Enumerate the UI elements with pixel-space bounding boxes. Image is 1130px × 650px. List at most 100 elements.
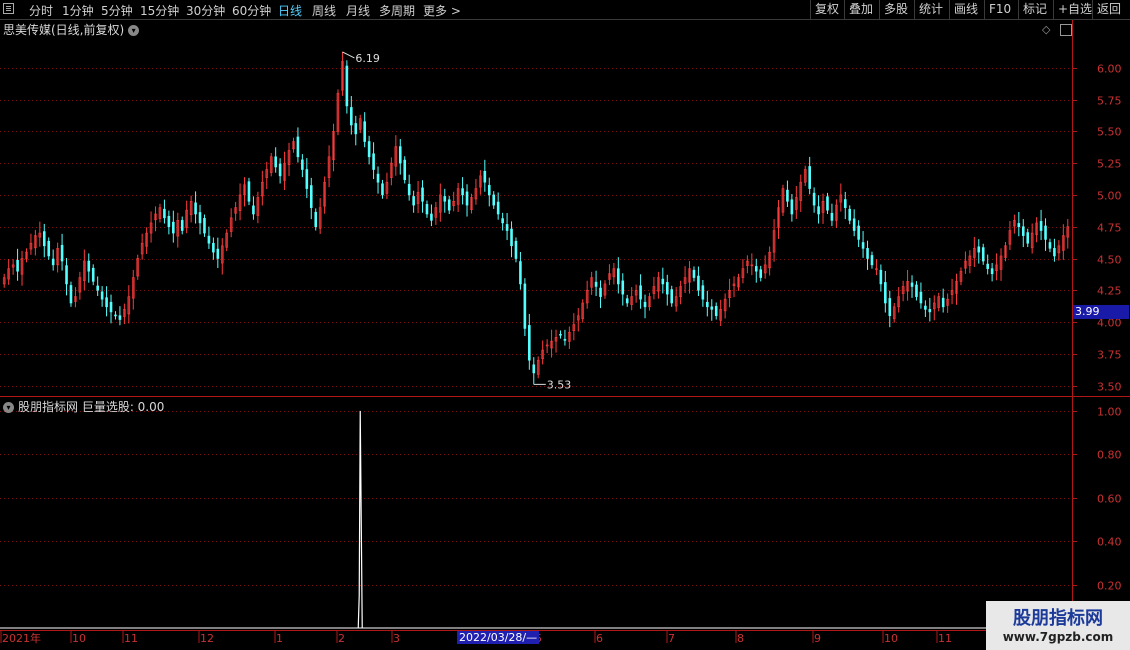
candle-body bbox=[65, 265, 68, 285]
candle-body bbox=[1026, 232, 1030, 244]
candle-body bbox=[643, 301, 647, 308]
candle-body bbox=[403, 159, 407, 180]
price-tick-label: 5.75 bbox=[1097, 95, 1122, 108]
candle-body bbox=[363, 121, 366, 142]
date-tick-label: 12 bbox=[200, 632, 214, 645]
candle-body bbox=[274, 156, 277, 168]
candle-body bbox=[16, 259, 19, 272]
date-tick-label: 9 bbox=[814, 632, 821, 645]
indicator-label: 股朋指标网 巨量选股: 0.00 bbox=[18, 400, 165, 414]
date-tick-label: 10 bbox=[884, 632, 898, 645]
candle-body bbox=[301, 159, 304, 170]
candle-body bbox=[924, 305, 927, 310]
price-tick-label: 5.00 bbox=[1097, 190, 1122, 203]
candle-body bbox=[381, 183, 384, 196]
candle-body bbox=[247, 181, 251, 202]
price-grid bbox=[0, 68, 1077, 387]
indicator-spike bbox=[357, 410, 363, 629]
candle-body bbox=[492, 194, 496, 206]
candle-body bbox=[69, 285, 73, 304]
candle-body bbox=[194, 202, 197, 215]
chart-tools: ◇ bbox=[1042, 22, 1073, 36]
candle-body bbox=[354, 123, 358, 135]
date-tick-label: 10 bbox=[72, 632, 86, 645]
kline-chart[interactable]: 6.005.755.505.255.004.754.504.254.003.75… bbox=[0, 0, 1130, 650]
candle-body bbox=[1048, 242, 1052, 249]
candle-body bbox=[1039, 221, 1043, 231]
panel-toggle-icon[interactable] bbox=[1060, 23, 1073, 36]
candle-body bbox=[523, 283, 527, 329]
candle-body bbox=[706, 301, 709, 308]
candle-body bbox=[305, 169, 309, 189]
candle-body bbox=[461, 188, 464, 196]
date-tick-label: 11 bbox=[938, 632, 952, 645]
indicator-tick-label: 0.20 bbox=[1097, 580, 1122, 593]
candle-body bbox=[625, 298, 629, 304]
diamond-icon[interactable]: ◇ bbox=[1042, 23, 1050, 36]
candle-body bbox=[252, 205, 255, 215]
candle-body bbox=[350, 107, 353, 126]
candle-body bbox=[532, 364, 536, 374]
candle-body bbox=[981, 247, 985, 262]
date-tick-label: 11 bbox=[124, 632, 138, 645]
price-tick-label: 6.00 bbox=[1097, 63, 1122, 76]
candle-body bbox=[852, 218, 856, 231]
candle-body bbox=[594, 281, 598, 287]
candle-body bbox=[465, 191, 469, 206]
candle-body bbox=[114, 314, 117, 317]
candle-body bbox=[505, 224, 509, 231]
low-price-label: 3.53 bbox=[547, 378, 572, 391]
date-tick-label: 2 bbox=[338, 632, 345, 645]
candle-body bbox=[172, 221, 175, 234]
price-tick-label: 5.50 bbox=[1097, 126, 1122, 139]
candle-body bbox=[163, 208, 166, 219]
candle-body bbox=[510, 228, 513, 247]
candle-body bbox=[639, 285, 642, 300]
candle-body bbox=[1017, 223, 1021, 228]
candle-body bbox=[309, 185, 313, 208]
candle-body bbox=[808, 166, 811, 189]
date-tick-label: 8 bbox=[737, 632, 744, 645]
candle-body bbox=[910, 282, 914, 287]
candle-body bbox=[848, 208, 852, 221]
date-tick-label: 7 bbox=[668, 632, 675, 645]
candle-body bbox=[528, 325, 531, 361]
current-price-badge: 3.99 bbox=[1073, 305, 1129, 319]
candle-body bbox=[617, 268, 620, 285]
candle-body bbox=[118, 315, 122, 320]
candle-body bbox=[559, 333, 562, 336]
candle-body bbox=[817, 206, 820, 215]
candle-body bbox=[372, 153, 375, 170]
candle-body bbox=[830, 212, 834, 221]
candle-body bbox=[87, 260, 91, 272]
price-tick-label: 4.25 bbox=[1097, 285, 1122, 298]
candle-body bbox=[519, 261, 522, 285]
candle-body bbox=[109, 301, 113, 313]
candle-body bbox=[884, 282, 887, 304]
candle-body bbox=[879, 269, 883, 285]
candle-body bbox=[203, 218, 206, 234]
price-tick-label: 4.75 bbox=[1097, 222, 1122, 235]
chevron-down-icon[interactable]: ▾ bbox=[3, 402, 14, 413]
candle-body bbox=[207, 235, 211, 244]
price-tick-label: 5.25 bbox=[1097, 158, 1122, 171]
candle-body bbox=[941, 297, 945, 308]
candle-body bbox=[714, 306, 718, 317]
candle-body bbox=[1053, 248, 1056, 257]
candle-body bbox=[697, 275, 700, 291]
candle-body bbox=[692, 269, 696, 278]
candle-body bbox=[843, 199, 847, 208]
candle-body bbox=[42, 231, 46, 247]
candle-body bbox=[661, 278, 665, 285]
indicator-tick-label: 1.00 bbox=[1097, 406, 1122, 419]
indicator-axis-labels: 1.00 0.80 0.60 0.40 0.20 bbox=[1097, 406, 1122, 593]
indicator-tick-label: 0.40 bbox=[1097, 536, 1122, 549]
candle-body bbox=[812, 192, 816, 206]
candle-body bbox=[314, 211, 318, 228]
candle-body bbox=[180, 220, 184, 231]
candle-body bbox=[212, 242, 215, 253]
candle-body bbox=[100, 291, 104, 300]
candle-body bbox=[563, 339, 567, 341]
chevron-down-icon[interactable]: ▾ bbox=[128, 25, 140, 36]
cursor-date-label: 2022/03/28/— bbox=[457, 631, 540, 644]
